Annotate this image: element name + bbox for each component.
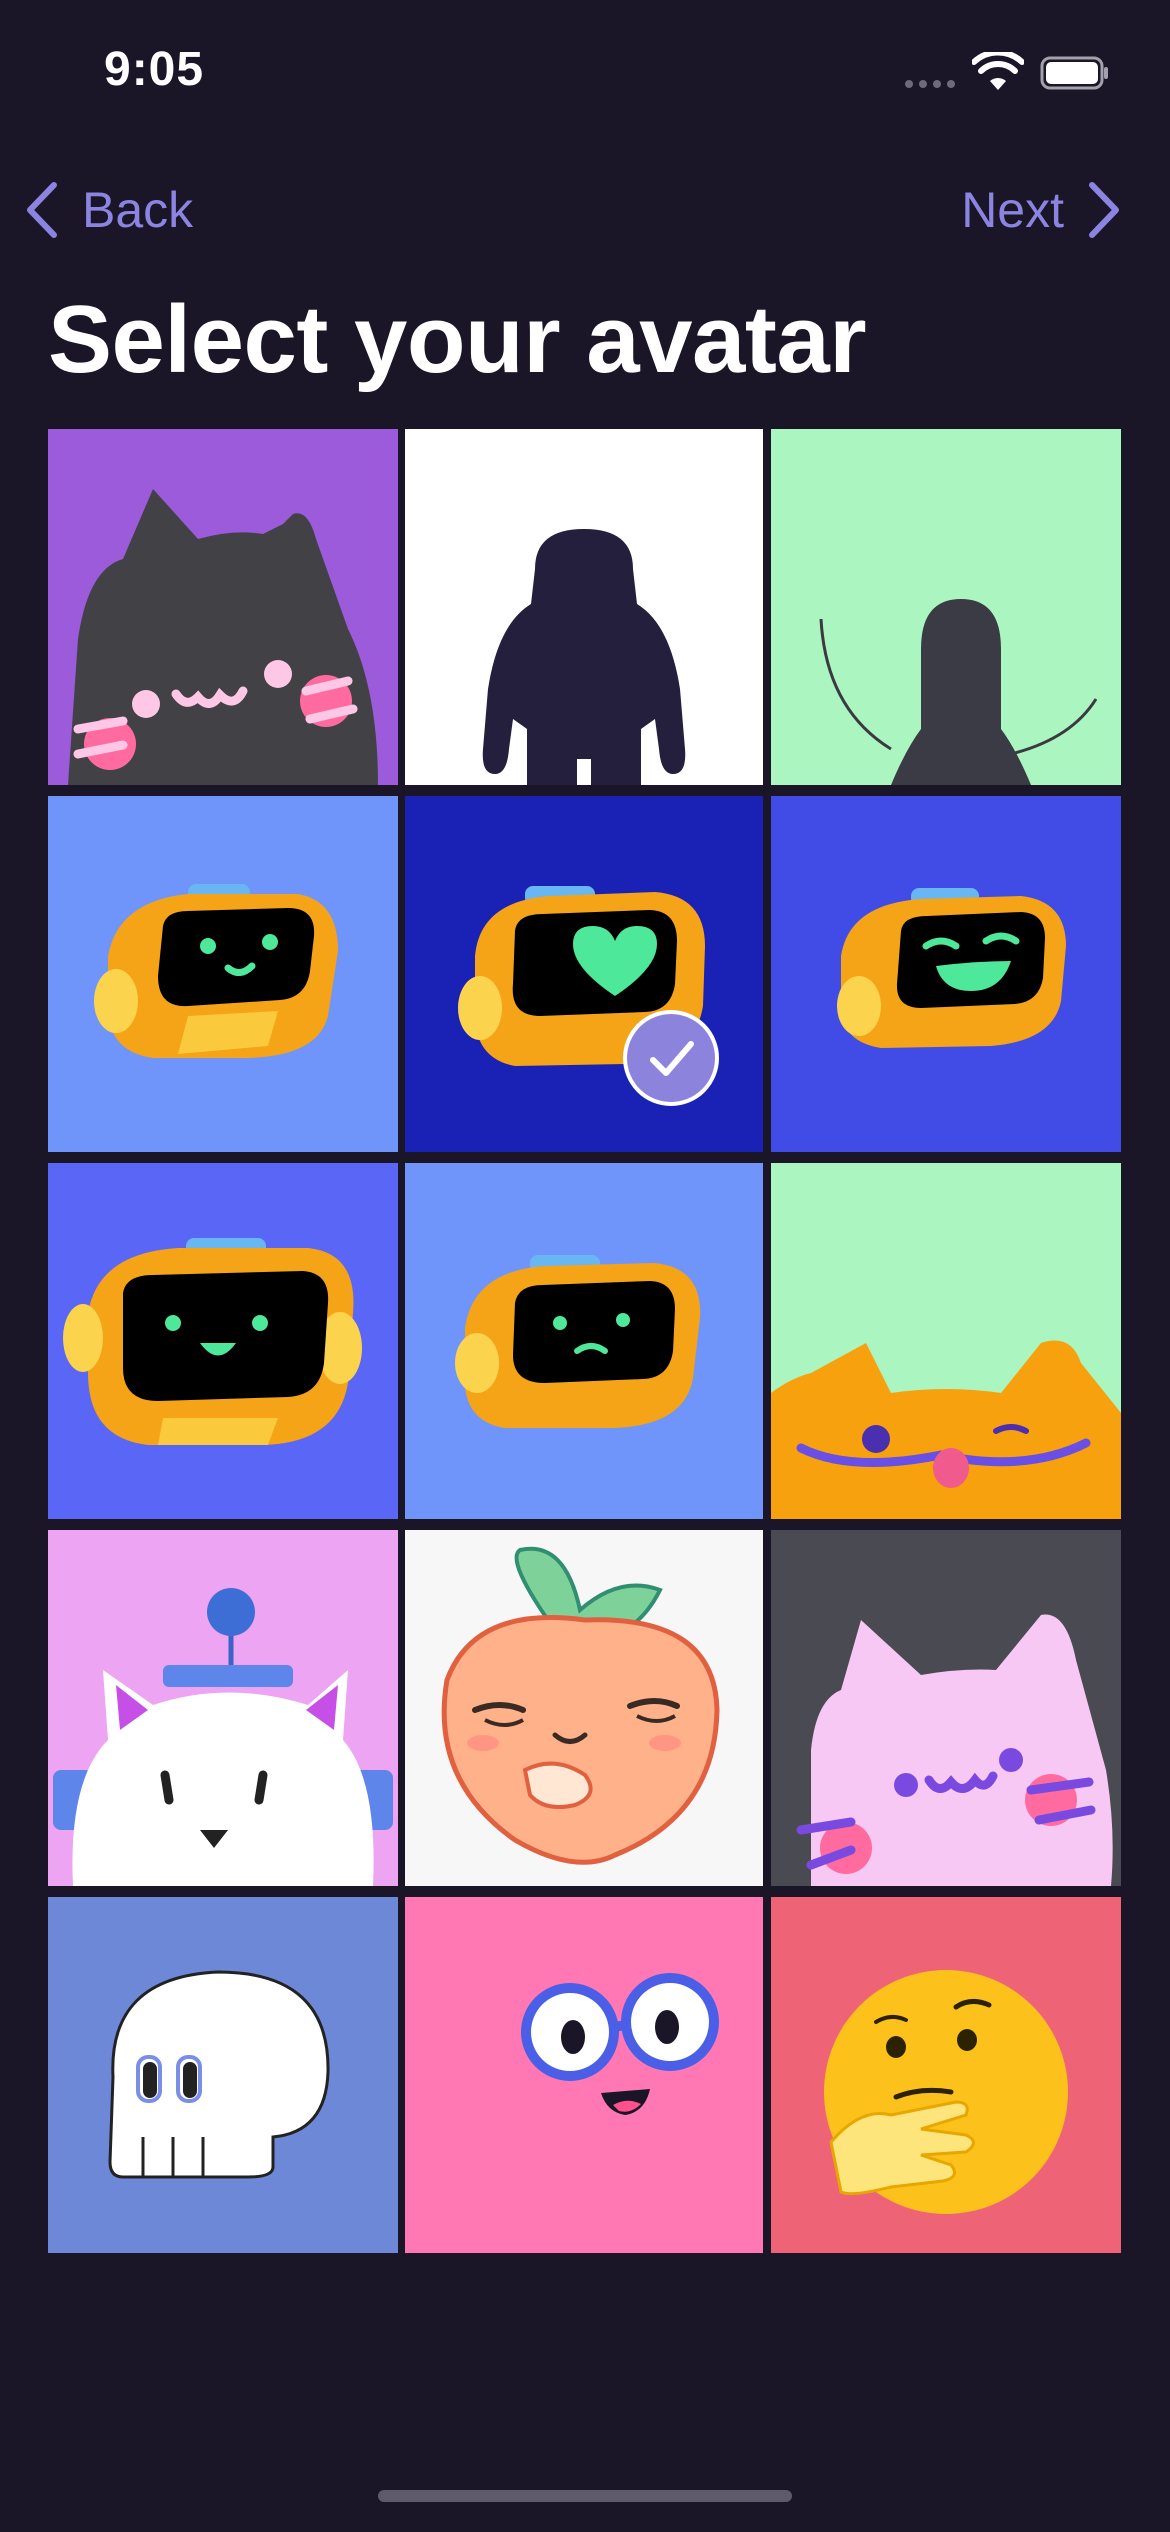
pink-cat-illustration xyxy=(796,1614,1113,1886)
navigation-bar: Back Next xyxy=(0,170,1170,250)
status-time: 9:05 xyxy=(104,43,205,96)
avatar-silhouette-white[interactable] xyxy=(405,429,763,785)
cellular-signal-icon xyxy=(905,80,955,88)
avatar-robot-heart[interactable] xyxy=(405,796,763,1152)
avatar-robot-smile[interactable] xyxy=(48,796,398,1152)
robot-illustration xyxy=(837,888,1066,1048)
avatar-glasses-face[interactable] xyxy=(405,1897,763,2253)
avatar-cat-dark[interactable] xyxy=(48,429,398,785)
avatar-orange-cat[interactable] xyxy=(771,1163,1121,1519)
next-button[interactable]: Next xyxy=(961,170,1122,250)
orange-cat-illustration xyxy=(771,1340,1121,1519)
chevron-left-icon xyxy=(27,182,57,238)
back-button[interactable]: Back xyxy=(24,170,193,250)
page-title: Select your avatar xyxy=(48,286,867,393)
avatar-thinking-emoji[interactable] xyxy=(771,1897,1121,2253)
avatar-robot-happy[interactable] xyxy=(48,1163,398,1519)
avatar-peach[interactable] xyxy=(405,1530,763,1886)
chevron-right-icon xyxy=(1089,182,1119,238)
home-indicator[interactable] xyxy=(378,2490,792,2502)
checkmark-icon xyxy=(623,1010,719,1106)
silhouette-illustration xyxy=(819,599,1098,785)
next-label: Next xyxy=(961,182,1064,238)
avatar-white-cat-robot[interactable] xyxy=(48,1530,398,1886)
peach-illustration xyxy=(441,1546,720,1865)
avatar-silhouette-green[interactable] xyxy=(771,429,1121,785)
glasses-face-illustration xyxy=(521,1973,719,2115)
thinking-emoji-illustration xyxy=(824,1970,1068,2214)
dark-cat-illustration xyxy=(68,489,378,785)
avatar-skull[interactable] xyxy=(48,1897,398,2253)
silhouette-illustration xyxy=(482,529,686,785)
robot-illustration xyxy=(63,1238,362,1445)
white-cat-illustration xyxy=(53,1588,393,1886)
avatar-robot-worried[interactable] xyxy=(405,1163,763,1519)
status-bar: 9:05 xyxy=(0,0,1170,150)
avatar-pink-cat[interactable] xyxy=(771,1530,1121,1886)
battery-icon xyxy=(1040,56,1108,90)
avatar-robot-laugh[interactable] xyxy=(771,796,1121,1152)
robot-illustration xyxy=(455,1255,701,1428)
robot-illustration xyxy=(94,884,338,1058)
skull-illustration xyxy=(108,1970,330,2179)
back-label: Back xyxy=(82,182,194,238)
wifi-icon xyxy=(972,52,1024,90)
